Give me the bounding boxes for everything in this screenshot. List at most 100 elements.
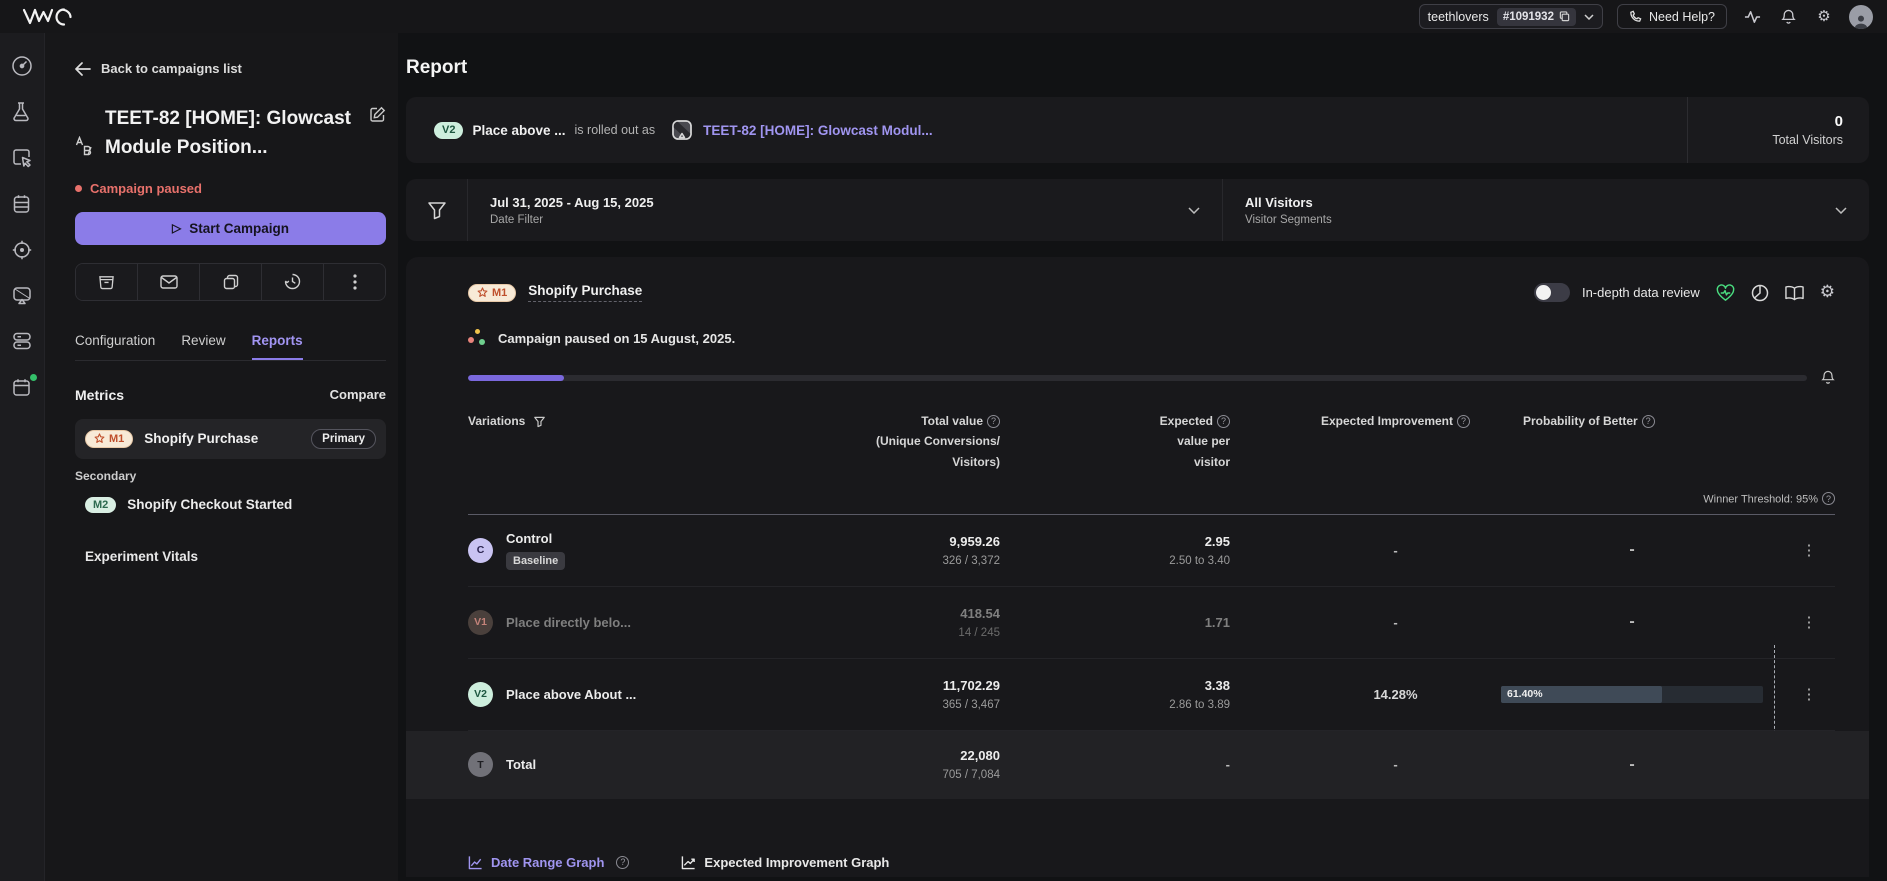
compare-button[interactable]: Compare [330,387,386,402]
info-icon[interactable]: ? [1822,492,1835,506]
table-row-total: T Total 22,080 705 / 7,084 - - - [406,730,1869,799]
notification-dot [30,374,37,381]
duplicate-button[interactable] [200,263,262,300]
expected-value: 1.71 [1204,614,1230,630]
campaign-sidebar: Back to campaigns list TEET-82 [HOME]: G… [45,33,398,881]
baseline-tag: Baseline [506,551,566,570]
in-depth-review-toggle[interactable] [1533,283,1570,302]
more-options-button[interactable] [324,263,385,300]
filter-funnel-button[interactable] [406,179,468,241]
testing-flask-icon[interactable] [11,101,33,123]
pie-chart-icon[interactable] [1751,284,1769,302]
expected-range: 2.50 to 3.40 [1169,554,1230,567]
info-icon[interactable]: ? [1641,415,1655,429]
data360-icon[interactable] [11,331,33,353]
settings-gear-icon[interactable]: ⚙ [1813,6,1835,28]
activity-pulse-icon[interactable] [1741,6,1763,28]
personalize-target-icon[interactable] [11,239,33,261]
control-badge: C [468,537,493,563]
rollout-text: is rolled out as [574,123,656,137]
plans-icon[interactable] [11,193,33,215]
info-icon[interactable]: ? [616,855,630,869]
dashboard-icon[interactable] [11,55,33,77]
scheduler-calendar-icon[interactable] [11,374,37,399]
edit-pencil-icon[interactable] [369,104,386,163]
m2-metric-badge: M2 [85,496,117,513]
expected-value: 2.95 [1204,533,1230,549]
account-switcher[interactable]: teethlovers #1091932 [1418,4,1603,29]
start-campaign-button[interactable]: ▷ Start Campaign [75,211,386,245]
history-button[interactable] [262,263,324,300]
email-button[interactable] [138,263,200,300]
sidebar-tabs: Configuration Review Reports [75,333,386,361]
rollout-campaign-link[interactable]: TEET-82 [HOME]: Glowcast Modul... [703,123,933,138]
total-value: 22,080 [960,748,1000,764]
expected-range: 2.86 to 3.89 [1169,698,1230,711]
tab-review[interactable]: Review [181,333,225,360]
page-title: Report [406,57,468,78]
row-menu-kebab-icon[interactable]: ⋮ [1783,541,1835,559]
favorite-heart-icon[interactable] [1716,283,1735,302]
variation-name: Control [506,530,553,546]
glossary-book-icon[interactable] [1784,285,1804,301]
conversions-visitors: 365 / 3,467 [942,698,1000,711]
phone-icon [1630,10,1642,22]
web-rollouts-icon[interactable] [11,285,33,307]
table-row[interactable]: V2 Place above About ... 11,702.29 365 /… [468,644,1835,744]
funnel-icon [427,202,446,220]
user-avatar[interactable] [1849,4,1873,29]
info-icon[interactable]: ? [987,415,1000,429]
vwo-logo[interactable] [22,7,74,27]
chevron-down-icon [1188,206,1200,214]
secondary-metric-row[interactable]: M2 Shopify Checkout Started [75,496,386,513]
rollout-campaign-icon [670,118,694,142]
variation-name: Place directly belo... [506,614,631,630]
start-campaign-label: Start Campaign [189,220,289,236]
expected-improvement-graph-link[interactable]: Expected Improvement Graph [681,855,889,870]
report-filter-bar: Jul 31, 2025 - Aug 15, 2025 Date Filter … [406,179,1869,241]
kebab-icon [352,274,357,290]
row-menu-kebab-icon[interactable]: ⋮ [1783,613,1835,631]
total-badge: T [468,752,493,778]
tab-reports[interactable]: Reports [251,333,303,360]
copy-icon[interactable] [1559,11,1570,22]
top-bar: teethlovers #1091932 Need Help? ⚙ [0,0,1887,33]
notifications-bell-icon[interactable] [1777,6,1799,28]
visitor-segments-dropdown[interactable]: All Visitors Visitor Segments [1223,179,1869,241]
date-range-graph-link[interactable]: Date Range Graph ? [468,855,630,870]
table-row[interactable]: V1 Place directly belo... 418.54 14 / 24… [468,587,1835,659]
info-icon[interactable]: ? [1457,415,1471,429]
date-filter-dropdown[interactable]: Jul 31, 2025 - Aug 15, 2025 Date Filter [468,179,1223,241]
v2-variation-badge: V2 [434,121,464,139]
probability-value: - [1629,755,1635,773]
total-visitors-block: 0 Total Visitors [1687,97,1869,163]
experiment-vitals-link[interactable]: Experiment Vitals [75,549,386,564]
tab-configuration[interactable]: Configuration [75,333,155,360]
back-to-campaigns-link[interactable]: Back to campaigns list [75,61,386,76]
expected-value: 3.38 [1204,677,1230,693]
total-value: 11,702.29 [942,677,1000,693]
metric-report-panel: M1 Shopify Purchase In-depth data review [406,257,1869,877]
info-icon[interactable]: ? [1217,415,1230,429]
need-help-button[interactable]: Need Help? [1616,4,1727,29]
campaign-status: Campaign paused [75,181,386,196]
expected-improvement-value: - [1393,757,1398,773]
archive-icon [99,276,114,290]
segment-value: All Visitors [1245,194,1313,210]
insights-icon[interactable] [11,147,33,169]
secondary-metric-name: Shopify Checkout Started [127,497,293,513]
row-menu-kebab-icon[interactable]: ⋮ [1783,685,1835,703]
ab-test-icon [75,104,93,163]
v2-badge: V2 [468,681,493,707]
metric-name[interactable]: Shopify Purchase [528,283,643,302]
table-row[interactable]: C Control Baseline 9,959.26 326 / 3,372 … [468,515,1835,587]
rolled-out-variation-name: Place above ... [472,122,566,138]
primary-metric-card[interactable]: M1 Shopify Purchase Primary [75,418,386,459]
variations-header: Variations [468,414,526,428]
archive-button[interactable] [76,263,138,300]
probability-bar: 61.40% [1501,685,1763,703]
report-settings-gear-icon[interactable]: ⚙ [1820,283,1835,302]
progress-bell-icon[interactable] [1821,370,1835,385]
variations-filter-funnel-icon[interactable] [533,415,546,428]
conversions-visitors: 705 / 7,084 [942,769,1000,782]
